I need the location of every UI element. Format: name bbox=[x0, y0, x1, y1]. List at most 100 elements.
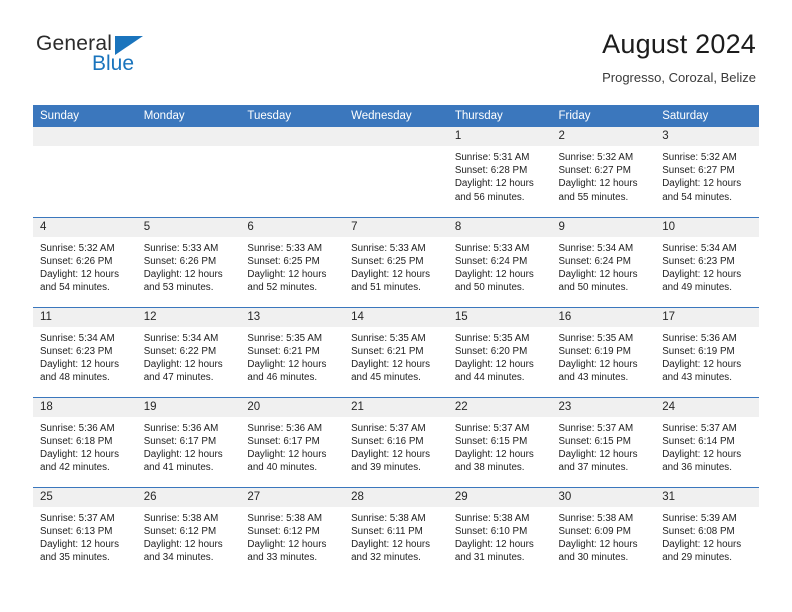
day-daylight1-text: Daylight: 12 hours bbox=[247, 358, 327, 370]
day-sun-info: Sunrise: 5:35 AM Sunset: 6:21 PM Daylight:… bbox=[344, 327, 448, 385]
day-daylight2-text: and 29 minutes. bbox=[662, 552, 732, 564]
calendar-day-cell[interactable]: 30 Sunrise: 5:38 AM Sunset: 6:09 PM Dayligh… bbox=[551, 486, 656, 577]
day-sunset-text: Sunset: 6:11 PM bbox=[351, 525, 423, 537]
day-number: 15 bbox=[447, 307, 552, 327]
calendar-day-cell[interactable]: 28 Sunrise: 5:38 AM Sunset: 6:11 PM Dayligh… bbox=[344, 486, 448, 577]
calendar-day-cell[interactable]: 5 Sunrise: 5:33 AM Sunset: 6:26 PM Daylight… bbox=[136, 216, 241, 307]
day-daylight2-text: and 39 minutes. bbox=[351, 462, 421, 474]
day-sunset-text: Sunset: 6:26 PM bbox=[143, 255, 217, 267]
day-daylight1-text: Daylight: 12 hours bbox=[662, 358, 742, 370]
calendar-day-cell[interactable]: 8 Sunrise: 5:33 AM Sunset: 6:24 PM Daylight… bbox=[447, 216, 552, 307]
day-number: 6 bbox=[240, 217, 345, 237]
day-daylight2-text: and 54 minutes. bbox=[662, 191, 732, 203]
day-number: 16 bbox=[551, 307, 656, 327]
day-sunrise-text: Sunrise: 5:38 AM bbox=[351, 512, 426, 524]
calendar-day-cell[interactable]: 23 Sunrise: 5:37 AM Sunset: 6:15 PM Dayligh… bbox=[551, 396, 656, 487]
day-sunset-text: Sunset: 6:23 PM bbox=[662, 255, 735, 267]
calendar-day-cell[interactable]: 26 Sunrise: 5:38 AM Sunset: 6:12 PM Dayligh… bbox=[136, 486, 241, 577]
calendar-day-cell[interactable]: 22 Sunrise: 5:37 AM Sunset: 6:15 PM Dayligh… bbox=[447, 396, 552, 487]
day-daylight2-text: and 54 minutes. bbox=[40, 282, 110, 294]
day-number bbox=[33, 127, 137, 146]
day-sunset-text: Sunset: 6:24 PM bbox=[558, 255, 631, 267]
day-daylight1-text: Daylight: 12 hours bbox=[454, 178, 534, 190]
day-sunset-text: Sunset: 6:21 PM bbox=[351, 345, 424, 357]
day-number: 14 bbox=[344, 307, 448, 327]
day-daylight2-text: and 43 minutes. bbox=[558, 372, 629, 384]
day-sunrise-text: Sunrise: 5:34 AM bbox=[143, 332, 219, 344]
day-daylight2-text: and 47 minutes. bbox=[143, 372, 214, 384]
day-number: 22 bbox=[447, 397, 552, 417]
weekday-header-sunday: Sunday bbox=[33, 105, 137, 127]
day-daylight2-text: and 45 minutes. bbox=[351, 372, 421, 384]
day-sunrise-text: Sunrise: 5:35 AM bbox=[454, 332, 530, 344]
calendar-day-cell[interactable]: 11 Sunrise: 5:34 AM Sunset: 6:23 PM Dayligh… bbox=[33, 306, 137, 397]
day-sun-info: Sunrise: 5:32 AM Sunset: 6:27 PM Daylight:… bbox=[552, 146, 656, 204]
day-sunset-text: Sunset: 6:19 PM bbox=[558, 345, 631, 357]
calendar-cell-empty bbox=[136, 127, 241, 217]
day-daylight2-text: and 40 minutes. bbox=[247, 462, 318, 474]
day-number: 13 bbox=[240, 307, 345, 327]
day-sunrise-text: Sunrise: 5:37 AM bbox=[454, 422, 530, 434]
day-daylight1-text: Daylight: 12 hours bbox=[558, 538, 638, 550]
day-number: 31 bbox=[655, 487, 759, 507]
calendar-day-cell[interactable]: 16 Sunrise: 5:35 AM Sunset: 6:19 PM Dayligh… bbox=[551, 306, 656, 397]
calendar-day-cell[interactable]: 27 Sunrise: 5:38 AM Sunset: 6:12 PM Dayligh… bbox=[240, 486, 345, 577]
day-sun-info: Sunrise: 5:31 AM Sunset: 6:28 PM Daylight:… bbox=[448, 146, 552, 204]
day-sun-info: Sunrise: 5:38 AM Sunset: 6:11 PM Daylight:… bbox=[344, 507, 448, 565]
calendar-day-cell[interactable]: 17 Sunrise: 5:36 AM Sunset: 6:19 PM Dayligh… bbox=[655, 306, 759, 397]
day-daylight1-text: Daylight: 12 hours bbox=[40, 538, 119, 550]
day-sunrise-text: Sunrise: 5:33 AM bbox=[454, 242, 530, 254]
calendar-day-cell[interactable]: 7 Sunrise: 5:33 AM Sunset: 6:25 PM Daylight… bbox=[344, 216, 448, 307]
calendar-grid: Sunday Monday Tuesday Wednesday Thursday… bbox=[33, 105, 759, 577]
day-number: 21 bbox=[344, 397, 448, 417]
day-sunset-text: Sunset: 6:15 PM bbox=[558, 435, 631, 447]
calendar-day-cell[interactable]: 13 Sunrise: 5:35 AM Sunset: 6:21 PM Dayligh… bbox=[240, 306, 345, 397]
calendar-table: Sunday Monday Tuesday Wednesday Thursday… bbox=[33, 105, 759, 577]
day-sunset-text: Sunset: 6:28 PM bbox=[454, 165, 528, 177]
day-sun-info: Sunrise: 5:32 AM Sunset: 6:27 PM Daylight:… bbox=[655, 146, 759, 204]
calendar-week-row: 1 Sunrise: 5:31 AM Sunset: 6:28 PM Daylight… bbox=[33, 127, 759, 217]
day-daylight2-text: and 49 minutes. bbox=[662, 282, 732, 294]
day-sun-info: Sunrise: 5:38 AM Sunset: 6:12 PM Daylight:… bbox=[240, 507, 344, 565]
calendar-day-cell[interactable]: 21 Sunrise: 5:37 AM Sunset: 6:16 PM Dayligh… bbox=[344, 396, 448, 487]
calendar-day-cell[interactable]: 25 Sunrise: 5:37 AM Sunset: 6:13 PM Dayligh… bbox=[33, 486, 137, 577]
calendar-day-cell[interactable]: 24 Sunrise: 5:37 AM Sunset: 6:14 PM Dayligh… bbox=[655, 396, 759, 487]
day-number: 23 bbox=[551, 397, 656, 417]
day-daylight1-text: Daylight: 12 hours bbox=[558, 178, 638, 190]
day-daylight2-text: and 50 minutes. bbox=[454, 282, 525, 294]
calendar-day-cell[interactable]: 9 Sunrise: 5:34 AM Sunset: 6:24 PM Daylight… bbox=[551, 216, 656, 307]
calendar-day-cell[interactable]: 14 Sunrise: 5:35 AM Sunset: 6:21 PM Dayligh… bbox=[344, 306, 448, 397]
day-sunrise-text: Sunrise: 5:35 AM bbox=[247, 332, 323, 344]
calendar-day-cell[interactable]: 10 Sunrise: 5:34 AM Sunset: 6:23 PM Dayligh… bbox=[655, 216, 759, 307]
calendar-day-cell[interactable]: 18 Sunrise: 5:36 AM Sunset: 6:18 PM Dayligh… bbox=[33, 396, 137, 487]
calendar-day-cell[interactable]: 4 Sunrise: 5:32 AM Sunset: 6:26 PM Daylight… bbox=[33, 216, 137, 307]
calendar-day-cell[interactable]: 31 Sunrise: 5:39 AM Sunset: 6:08 PM Dayligh… bbox=[655, 486, 759, 577]
day-sunset-text: Sunset: 6:09 PM bbox=[558, 525, 631, 537]
day-sunrise-text: Sunrise: 5:39 AM bbox=[662, 512, 737, 524]
day-sunset-text: Sunset: 6:23 PM bbox=[40, 345, 113, 357]
calendar-day-cell[interactable]: 6 Sunrise: 5:33 AM Sunset: 6:25 PM Daylight… bbox=[240, 216, 345, 307]
day-sun-info: Sunrise: 5:35 AM Sunset: 6:19 PM Daylight:… bbox=[552, 327, 656, 385]
day-number: 24 bbox=[655, 397, 759, 417]
day-daylight2-text: and 50 minutes. bbox=[558, 282, 629, 294]
calendar-day-cell[interactable]: 15 Sunrise: 5:35 AM Sunset: 6:20 PM Dayligh… bbox=[447, 306, 552, 397]
day-sun-info: Sunrise: 5:37 AM Sunset: 6:16 PM Daylight:… bbox=[344, 417, 448, 475]
day-number bbox=[344, 127, 448, 146]
calendar-day-cell[interactable]: 20 Sunrise: 5:36 AM Sunset: 6:17 PM Dayligh… bbox=[240, 396, 345, 487]
day-sunrise-text: Sunrise: 5:38 AM bbox=[143, 512, 219, 524]
calendar-day-cell[interactable]: 3 Sunrise: 5:32 AM Sunset: 6:27 PM Daylight… bbox=[655, 127, 759, 217]
brand-logo[interactable]: General Blue bbox=[36, 32, 216, 84]
day-daylight1-text: Daylight: 12 hours bbox=[143, 358, 223, 370]
calendar-day-cell[interactable]: 29 Sunrise: 5:38 AM Sunset: 6:10 PM Dayligh… bbox=[447, 486, 552, 577]
calendar-day-cell[interactable]: 1 Sunrise: 5:31 AM Sunset: 6:28 PM Daylight… bbox=[447, 127, 552, 217]
day-number: 1 bbox=[447, 127, 552, 146]
calendar-week-row: 18 Sunrise: 5:36 AM Sunset: 6:18 PM Dayligh… bbox=[33, 396, 759, 487]
calendar-day-cell[interactable]: 2 Sunrise: 5:32 AM Sunset: 6:27 PM Daylight… bbox=[551, 127, 656, 217]
day-sunset-text: Sunset: 6:27 PM bbox=[558, 165, 631, 177]
day-number: 20 bbox=[240, 397, 345, 417]
calendar-day-cell[interactable]: 19 Sunrise: 5:36 AM Sunset: 6:17 PM Dayligh… bbox=[136, 396, 241, 487]
day-daylight1-text: Daylight: 12 hours bbox=[454, 268, 534, 280]
calendar-day-cell[interactable]: 12 Sunrise: 5:34 AM Sunset: 6:22 PM Dayligh… bbox=[136, 306, 241, 397]
day-sunrise-text: Sunrise: 5:32 AM bbox=[558, 152, 634, 163]
day-number: 19 bbox=[136, 397, 241, 417]
